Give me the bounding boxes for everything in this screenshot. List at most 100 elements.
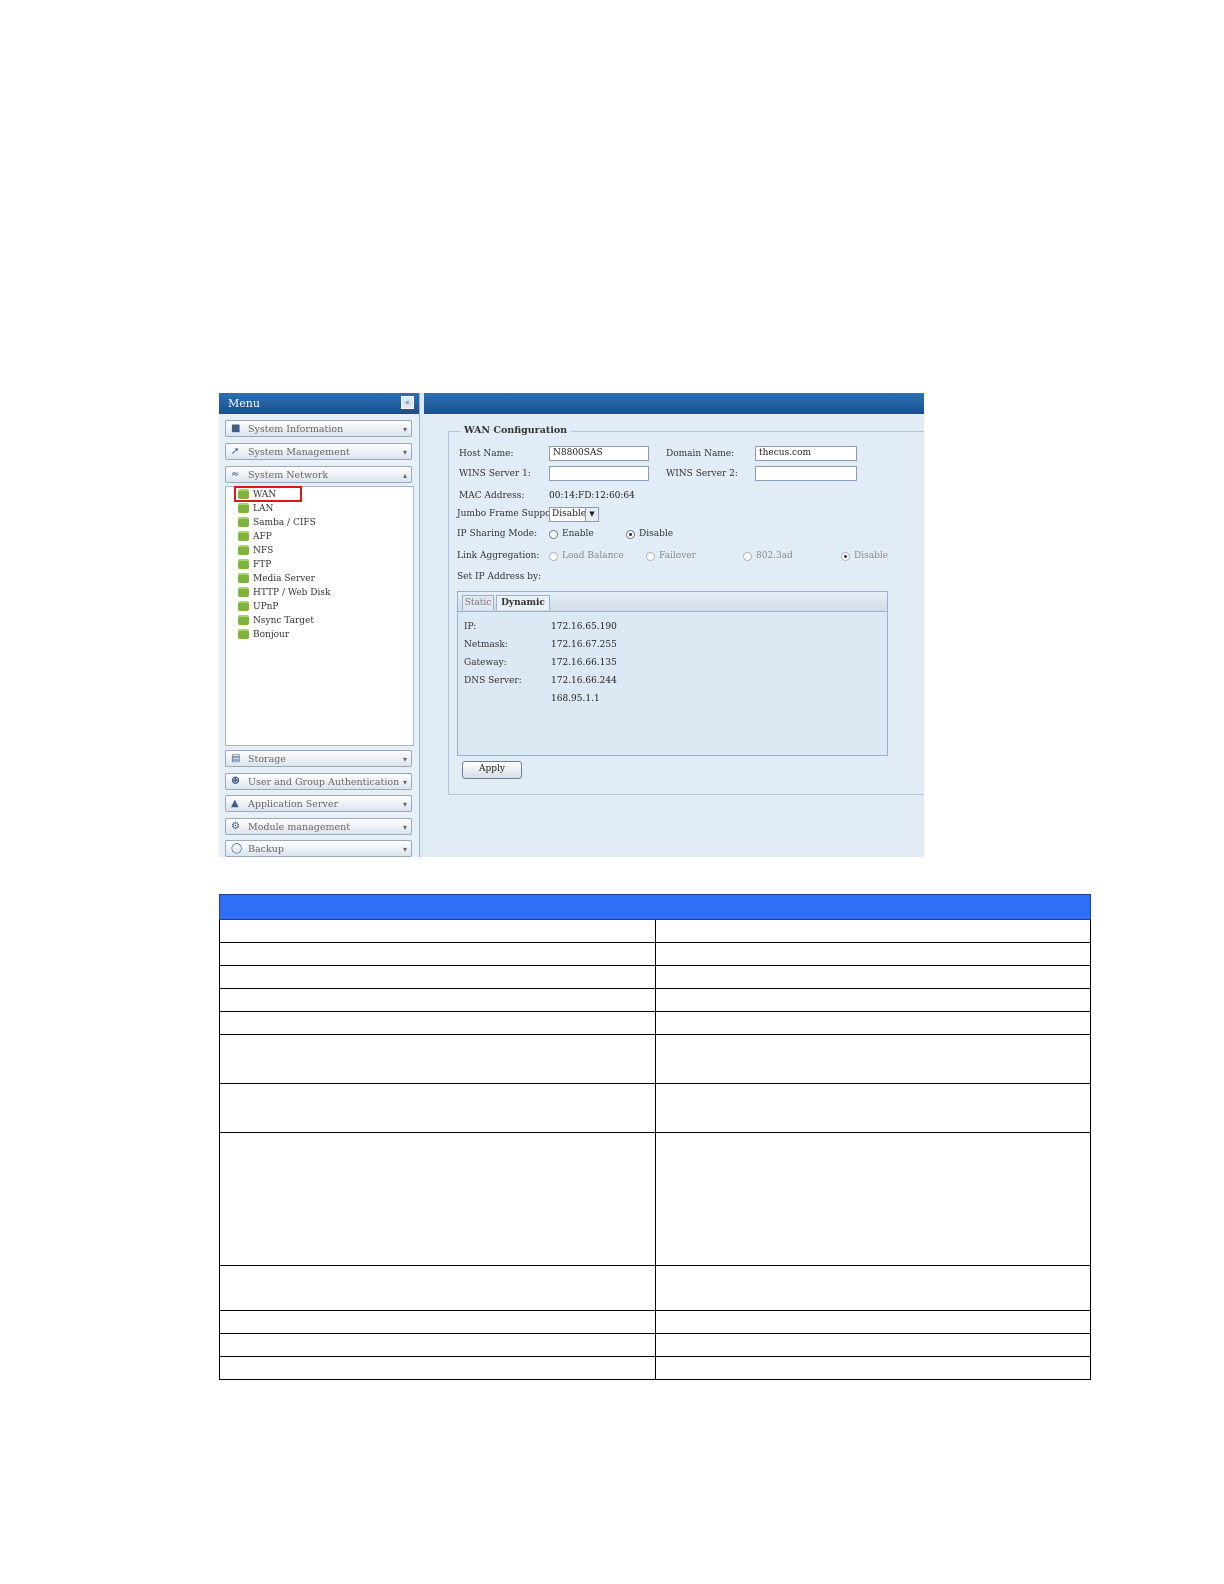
collapse-menu-icon[interactable]: « <box>401 396 414 409</box>
wan-highlight-box <box>234 486 302 502</box>
ip-sharing-mode-label: IP Sharing Mode: <box>457 529 538 539</box>
ip-sharing-disable-label: Disable <box>639 529 674 539</box>
submenu-item-media-server[interactable]: Media Server <box>238 573 315 586</box>
jumbo-frame-select[interactable]: Disable ▼ <box>549 507 599 522</box>
menu-header: Menu « <box>219 393 419 414</box>
submenu-item-label: NFS <box>253 546 274 556</box>
menu-category-system-management[interactable]: ➚ System Management ▾ <box>225 443 412 460</box>
wins-server-1-label: WINS Server 1: <box>459 469 531 479</box>
set-ip-address-label: Set IP Address by: <box>457 572 542 582</box>
submenu-item-lan[interactable]: LAN <box>238 503 273 516</box>
table-row <box>219 1132 1091 1266</box>
submenu-item-label: AFP <box>253 532 272 542</box>
network-service-icon <box>238 532 249 541</box>
submenu-item-label: HTTP / Web Disk <box>253 588 331 598</box>
menu-category-label: Backup <box>248 844 284 855</box>
link-agg-load-balance-radio[interactable] <box>549 552 558 561</box>
network-service-icon <box>238 630 249 639</box>
menu-category-module-management[interactable]: ⚙ Module management ▾ <box>225 818 412 835</box>
tab-strip: Static Dynamic <box>458 592 887 612</box>
submenu-item-nfs[interactable]: NFS <box>238 545 273 558</box>
table-cell-description <box>654 919 1091 943</box>
wins-server-1-input[interactable] <box>549 466 649 481</box>
ip-label: IP: <box>464 622 477 632</box>
table-row <box>219 1083 1091 1133</box>
submenu-item-upnp[interactable]: UPnP <box>238 601 279 614</box>
submenu-item-label: Media Server <box>253 574 315 584</box>
table-row <box>219 1333 1091 1357</box>
table-cell-item <box>219 1265 656 1311</box>
table-cell-description <box>654 988 1091 1012</box>
tab-static[interactable]: Static <box>462 595 494 610</box>
table-header-row <box>219 894 1091 920</box>
submenu-item-label: LAN <box>253 504 274 514</box>
submenu-item-nsync-target[interactable]: Nsync Target <box>238 615 314 628</box>
table-cell-item <box>219 1083 656 1133</box>
network-service-icon <box>238 588 249 597</box>
network-service-icon <box>238 574 249 583</box>
table-cell-item <box>219 919 656 943</box>
link-aggregation-label: Link Aggregation: <box>457 551 540 561</box>
link-agg-disable-radio[interactable] <box>841 552 850 561</box>
table-cell-description <box>654 1310 1091 1334</box>
gateway-value: 172.16.66.135 <box>551 658 617 668</box>
table-cell-description <box>654 1034 1091 1084</box>
dns-server-label: DNS Server: <box>464 676 522 686</box>
host-name-label: Host Name: <box>459 449 514 459</box>
side-menu: Menu « ■ System Information ▾ ➚ System M… <box>219 393 420 857</box>
table-cell-description <box>654 942 1091 966</box>
system-network-submenu: WAN LAN Samba / CIFS AFP NFS FTP Media S… <box>225 486 414 746</box>
link-agg-failover-label: Failover <box>659 551 696 561</box>
menu-category-label: User and Group Authentication <box>248 777 400 788</box>
table-cell-description <box>654 1265 1091 1311</box>
chevron-down-icon: ▼ <box>585 508 598 521</box>
submenu-item-ftp[interactable]: FTP <box>238 559 271 572</box>
dns-server-value-1: 172.16.66.244 <box>551 676 617 686</box>
submenu-item-label: Nsync Target <box>253 616 314 626</box>
domain-name-input[interactable]: thecus.com <box>755 446 857 461</box>
submenu-item-http-web-disk[interactable]: HTTP / Web Disk <box>238 587 330 600</box>
menu-category-backup[interactable]: ◯ Backup ▾ <box>225 840 412 857</box>
ip-settings-tabpanel: Static Dynamic IP: 172.16.65.190 Netmask… <box>457 591 888 756</box>
table-cell-item <box>219 988 656 1012</box>
table-cell-item <box>219 1034 656 1084</box>
table-row <box>219 919 1091 943</box>
table-row <box>219 1310 1091 1334</box>
link-agg-8023ad-label: 802.3ad <box>756 551 793 561</box>
gateway-label: Gateway: <box>464 658 507 668</box>
netmask-label: Netmask: <box>464 640 508 650</box>
table-cell-description <box>654 1011 1091 1035</box>
table-cell-description <box>654 1132 1091 1266</box>
ip-sharing-disable-radio[interactable] <box>626 530 635 539</box>
table-cell-item <box>219 1310 656 1334</box>
menu-category-storage[interactable]: ▤ Storage ▾ <box>225 750 412 767</box>
chevron-down-icon: ▾ <box>402 800 407 809</box>
menu-category-application-server[interactable]: ▲ Application Server ▾ <box>225 795 412 812</box>
submenu-item-label: Bonjour <box>253 630 290 640</box>
link-agg-8023ad-radio[interactable] <box>743 552 752 561</box>
ip-sharing-enable-radio[interactable] <box>549 530 558 539</box>
table-cell-description <box>654 1333 1091 1357</box>
host-name-input[interactable]: N8800SAS <box>549 446 649 461</box>
wins-server-2-input[interactable] <box>755 466 857 481</box>
link-agg-failover-radio[interactable] <box>646 552 655 561</box>
ip-sharing-enable-label: Enable <box>562 529 594 539</box>
table-cell-item <box>219 965 656 989</box>
menu-category-system-network[interactable]: ≈ System Network ▴ <box>225 466 412 483</box>
apply-button[interactable]: Apply <box>462 761 522 779</box>
menu-category-system-information[interactable]: ■ System Information ▾ <box>225 420 412 437</box>
netmask-value: 172.16.67.255 <box>551 640 617 650</box>
wan-legend: WAN Configuration <box>460 425 572 436</box>
tab-dynamic[interactable]: Dynamic <box>496 595 550 610</box>
storage-icon: ▤ <box>231 753 241 764</box>
network-service-icon <box>238 560 249 569</box>
menu-category-user-group-auth[interactable]: ☻ User and Group Authentication ▾ <box>225 773 412 790</box>
table-cell-description <box>654 1356 1091 1380</box>
submenu-item-bonjour[interactable]: Bonjour <box>238 629 289 642</box>
chevron-down-icon: ▾ <box>402 448 407 457</box>
table-row <box>219 1356 1091 1380</box>
submenu-item-samba-cifs[interactable]: Samba / CIFS <box>238 517 316 530</box>
submenu-item-afp[interactable]: AFP <box>238 531 272 544</box>
table-cell-description <box>654 965 1091 989</box>
mac-address-label: MAC Address: <box>459 491 525 501</box>
